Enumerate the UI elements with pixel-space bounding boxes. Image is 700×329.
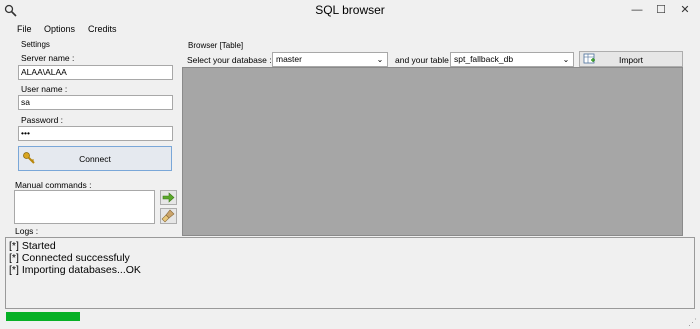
connect-label: Connect: [79, 154, 111, 164]
progress-bar: [6, 312, 80, 321]
import-button[interactable]: Import: [579, 51, 683, 67]
manual-commands-label: Manual commands :: [15, 180, 92, 190]
user-name-input[interactable]: sa: [18, 95, 173, 110]
settings-group-label: Settings: [21, 40, 50, 49]
chevron-down-icon: ⌄: [562, 55, 570, 64]
resize-grip-icon[interactable]: ⋰: [688, 317, 698, 327]
close-button[interactable]: ✕: [674, 0, 696, 20]
manual-commands-input[interactable]: [14, 190, 155, 224]
log-line: [*] Started: [9, 240, 56, 252]
menu-credits[interactable]: Credits: [88, 24, 117, 34]
connect-button[interactable]: Connect: [18, 146, 172, 171]
table-select[interactable]: spt_fallback_db ⌄: [450, 52, 574, 67]
run-command-button[interactable]: [160, 190, 177, 205]
window-title: SQL browser: [315, 3, 385, 17]
clear-brush-icon: [161, 209, 175, 223]
maximize-button[interactable]: ☐: [650, 0, 672, 20]
database-select-value: master: [276, 54, 302, 64]
log-line: [*] Connected successfuly: [9, 252, 130, 264]
table-select-value: spt_fallback_db: [454, 54, 514, 64]
server-name-label: Server name :: [21, 53, 75, 63]
password-label: Password :: [21, 115, 64, 125]
database-select[interactable]: master ⌄: [272, 52, 388, 67]
logs-textbox[interactable]: [*] Started [*] Connected successfuly [*…: [5, 237, 695, 309]
database-select-label: Select your database :: [187, 55, 272, 65]
browser-group-label: Browser [Table]: [188, 41, 244, 50]
clear-command-button[interactable]: [160, 208, 177, 224]
table-select-label: and your table :: [395, 55, 454, 65]
password-input[interactable]: •••: [18, 126, 173, 141]
chevron-down-icon: ⌄: [376, 55, 384, 64]
server-name-input[interactable]: ALAA\ALAA: [18, 65, 173, 80]
minimize-button[interactable]: —: [626, 0, 648, 20]
log-line: [*] Importing databases...OK: [9, 264, 141, 276]
import-label: Import: [618, 55, 644, 65]
run-arrow-icon: [162, 192, 175, 203]
menu-file[interactable]: File: [17, 24, 32, 34]
user-name-label: User name :: [21, 84, 68, 94]
table-data-grid[interactable]: [182, 67, 683, 236]
logs-label: Logs :: [15, 226, 39, 236]
menu-options[interactable]: Options: [44, 24, 75, 34]
